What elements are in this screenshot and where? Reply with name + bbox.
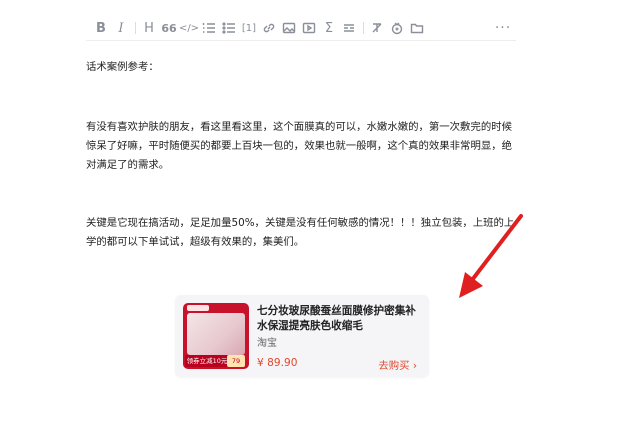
- more-icon[interactable]: ···: [494, 19, 512, 37]
- toolbar-separator: [360, 19, 366, 37]
- footnote-icon[interactable]: [1]: [240, 19, 258, 37]
- video-icon[interactable]: [300, 19, 318, 37]
- toolbar-separator: [132, 19, 138, 37]
- folder-icon[interactable]: [408, 19, 426, 37]
- ordered-list-icon[interactable]: [200, 19, 218, 37]
- buy-link[interactable]: 去购买 ›: [378, 357, 417, 372]
- toolbar-divider: [86, 40, 516, 41]
- thumb-product-image: [187, 313, 245, 355]
- product-card[interactable]: 领券立减10元 79 七分妆玻尿酸蚕丝面膜修护密集补水保湿提亮肤色收缩毛 淘宝 …: [175, 295, 429, 377]
- divider-icon[interactable]: [340, 19, 358, 37]
- title-strip: [88, 0, 448, 6]
- product-title: 七分妆玻尿酸蚕丝面膜修护密集补水保湿提亮肤色收缩毛: [257, 305, 416, 332]
- editor-toolbar: B I H 66 </> [1] Σ ···: [92, 16, 512, 40]
- red-arrow-annotation: [459, 214, 523, 298]
- thumb-price-badge: 79: [227, 355, 245, 367]
- paragraph-intro: 话术案例参考：: [86, 61, 159, 73]
- clear-format-icon[interactable]: [368, 19, 386, 37]
- thumb-brand-tag: [187, 305, 209, 311]
- goods-icon[interactable]: [388, 19, 406, 37]
- code-icon[interactable]: </>: [179, 19, 199, 37]
- formula-icon[interactable]: Σ: [320, 19, 338, 37]
- bold-icon[interactable]: B: [92, 19, 110, 37]
- product-price: ¥ 89.90: [257, 357, 298, 369]
- link-icon[interactable]: [260, 19, 278, 37]
- italic-icon[interactable]: I: [112, 19, 130, 37]
- heading-icon[interactable]: H: [140, 19, 158, 37]
- product-shop: 淘宝: [257, 338, 277, 349]
- image-icon[interactable]: [280, 19, 298, 37]
- thumb-coupon-badge: 领券立减10元: [185, 355, 229, 367]
- paragraph-script: 有没有喜欢护肤的朋友，看这里看这里，这个面膜真的可以，水嫩水嫩的，第一次敷完的时…: [86, 121, 513, 171]
- product-thumbnail: 领券立减10元 79: [183, 303, 249, 369]
- quote-icon[interactable]: 66: [160, 19, 178, 37]
- unordered-list-icon[interactable]: [220, 19, 238, 37]
